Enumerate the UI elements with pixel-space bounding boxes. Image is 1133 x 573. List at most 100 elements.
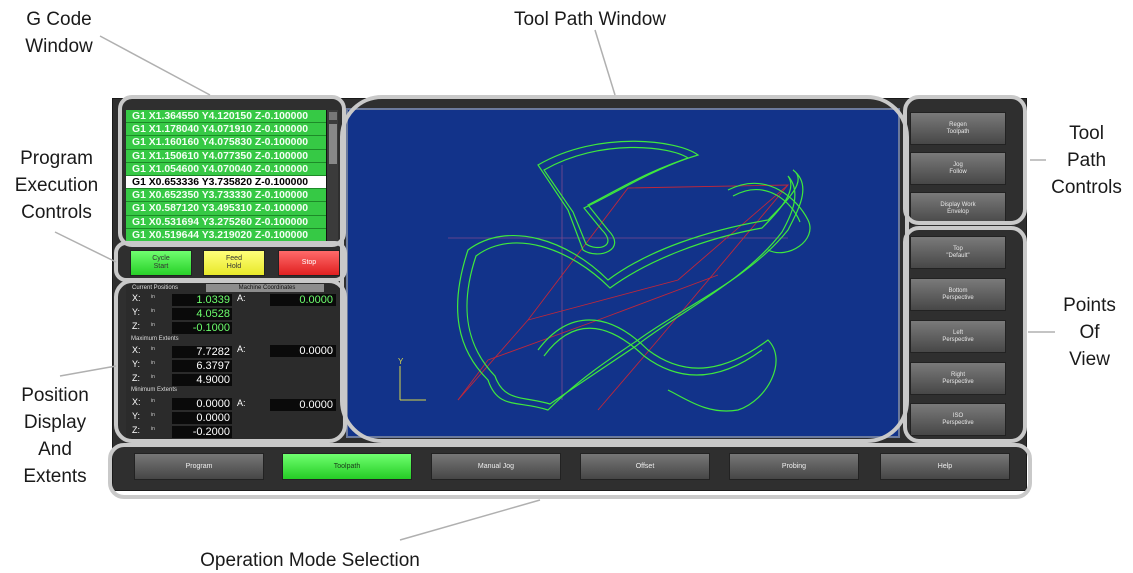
view-bottom-label-1: Bottom [948, 287, 968, 294]
stop-button[interactable]: Stop [278, 250, 340, 276]
tool-path-controls-callout: Tool Path Controls [1040, 120, 1133, 201]
gcode-window[interactable]: G1 X1.364550 Y4.120150 Z-0.100000 G1 X1.1… [126, 110, 338, 242]
scroll-up-arrow-icon[interactable] [329, 112, 337, 120]
callout-line: And [38, 439, 72, 460]
callout-line: View [1069, 349, 1110, 370]
mode-offset-button[interactable]: Offset [580, 453, 710, 480]
view-left-button[interactable]: Left Perspective [910, 320, 1006, 353]
tool-path-window[interactable]: Y [346, 108, 900, 438]
gcode-line[interactable]: G1 X0.652350 Y3.733330 Z-0.100000 [126, 189, 338, 203]
gcode-line[interactable]: G1 X0.519644 Y3.219020 Z-0.100000 [126, 228, 338, 242]
feed-hold-label-2: Hold [226, 263, 242, 270]
mode-probing-label: Probing [781, 463, 807, 470]
max-y-value: 6.3797 [172, 360, 232, 372]
mode-program-button[interactable]: Program [134, 453, 264, 480]
unit-label: in [151, 294, 155, 300]
unit-label: in [151, 426, 155, 432]
callout-line: Points [1063, 295, 1116, 316]
unit-label: in [151, 360, 155, 366]
rapid-move-path [527, 184, 789, 321]
gcode-line[interactable]: G1 X1.364550 Y4.120150 Z-0.100000 [126, 110, 338, 124]
axis-y-label: Y: [132, 307, 141, 317]
axis-x-label: X: [132, 397, 141, 407]
min-x-value: 0.0000 [172, 398, 232, 410]
view-right-button[interactable]: Right Perspective [910, 362, 1006, 395]
unit-label: in [151, 346, 155, 352]
callout-line: Extents [23, 466, 87, 487]
tool-path-canvas[interactable]: Y [348, 110, 900, 438]
points-of-view-callout: Points Of View [1046, 292, 1133, 373]
unit-label: in [151, 412, 155, 418]
feed-hold-button[interactable]: Feed Hold [203, 250, 265, 276]
view-iso-button[interactable]: ISO Perspective [910, 403, 1006, 436]
gcode-line[interactable]: G1 X1.178040 Y4.071910 Z-0.100000 [126, 123, 338, 137]
min-y-value: 0.0000 [172, 412, 232, 424]
cycle-start-label-2: Start [153, 263, 169, 270]
gcode-window-callout: G Code Window [0, 6, 118, 60]
axis-y-label: Y: [132, 411, 141, 421]
axis-y-label: Y: [132, 359, 141, 369]
tab-current-positions[interactable]: Current Positions [128, 284, 204, 292]
unit-label: in [151, 308, 155, 314]
current-x-value: 1.0339 [172, 294, 232, 306]
tool-path-outline [457, 140, 811, 412]
axis-a-label: A: [237, 293, 246, 303]
tab-machine-coordinates[interactable]: Machine Coordinates [206, 284, 324, 292]
gcode-current-line[interactable]: G1 X0.653336 Y3.735820 Z-0.100000 [126, 175, 338, 190]
gcode-line[interactable]: G1 X0.587120 Y3.495310 Z-0.100000 [126, 202, 338, 216]
gcode-line[interactable]: G1 X0.531694 Y3.275260 Z-0.100000 [126, 215, 338, 229]
unit-label: in [151, 398, 155, 404]
position-leader-line [59, 365, 117, 377]
display-work-envelop-button[interactable]: Display Work Envelop [910, 192, 1006, 225]
regen-label-1: Regen [949, 121, 967, 128]
max-z-value: 4.9000 [172, 374, 232, 386]
position-display-panel [126, 283, 342, 439]
view-right-label-2: Perspective [942, 378, 974, 385]
cycle-start-label-1: Cycle [152, 255, 170, 262]
stop-label: Stop [301, 259, 317, 266]
cycle-start-button[interactable]: Cycle Start [130, 250, 192, 276]
view-top-label-2: "Default" [946, 252, 970, 259]
display-work-label-2: Envelop [947, 208, 969, 215]
view-right-label-1: Right [950, 371, 965, 378]
axis-a-label: A: [237, 398, 246, 408]
maximum-extents-label: Maximum Extents [131, 336, 179, 342]
operation-mode-selection-callout: Operation Mode Selection [200, 550, 420, 571]
current-a-value: 0.0000 [270, 294, 336, 306]
gcode-line[interactable]: G1 X1.160160 Y4.075830 Z-0.100000 [126, 136, 338, 150]
callout-line: Execution [14, 175, 99, 196]
max-a-value: 0.0000 [270, 345, 336, 357]
min-a-value: 0.0000 [270, 399, 336, 411]
axis-x-label: X: [132, 345, 141, 355]
gcode-scrollbar[interactable] [326, 110, 338, 242]
mode-probing-button[interactable]: Probing [729, 453, 859, 480]
mode-leader-line [399, 499, 541, 541]
tool-path-window-callout: Tool Path Window [513, 9, 667, 30]
position-display-callout: Position Display And Extents [0, 382, 110, 490]
scroll-thumb[interactable] [329, 124, 337, 164]
mode-manual-jog-button[interactable]: Manual Jog [431, 453, 561, 480]
mode-toolpath-button[interactable]: Toolpath [282, 453, 412, 480]
callout-line: Tool [1069, 123, 1104, 144]
mode-help-button[interactable]: Help [880, 453, 1010, 480]
jog-follow-button[interactable]: Jog Follow [910, 152, 1006, 185]
axis-z-label: Z: [132, 321, 140, 331]
view-top-button[interactable]: Top "Default" [910, 236, 1006, 269]
display-work-label-1: Display Work [940, 201, 976, 208]
regen-label-2: Toolpath [946, 128, 970, 135]
program-execution-controls-callout: Program Execution Controls [0, 145, 113, 226]
axis-z-label: Z: [132, 373, 140, 383]
toolpath-leader-line [594, 29, 616, 96]
view-bottom-button[interactable]: Bottom Perspective [910, 278, 1006, 311]
gcode-line[interactable]: G1 X1.150610 Y4.077350 Z-0.100000 [126, 149, 338, 163]
view-left-label-1: Left [952, 329, 963, 336]
callout-line: Position [21, 385, 89, 406]
gcode-line[interactable]: G1 X1.054600 Y4.070040 Z-0.100000 [126, 162, 338, 176]
regen-toolpath-button[interactable]: Regen Toolpath [910, 112, 1006, 145]
min-z-value: -0.2000 [172, 426, 232, 438]
axis-x-label: X: [132, 293, 141, 303]
callout-line: Display [23, 412, 87, 433]
callout-line: Controls [21, 202, 92, 223]
axis-a-label: A: [237, 344, 246, 354]
jog-follow-label-1: Jog [953, 161, 963, 168]
